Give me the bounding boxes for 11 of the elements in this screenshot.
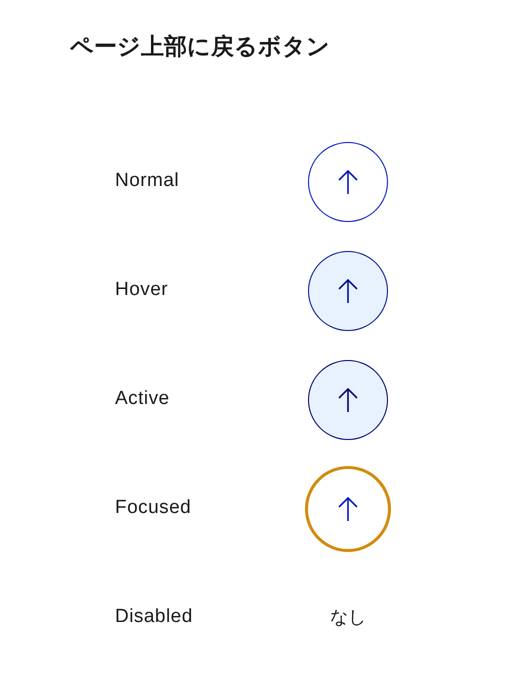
state-label: Active [115, 387, 171, 412]
state-label: Hover [115, 278, 170, 302]
arrow-up-icon [337, 386, 359, 412]
arrow-up-icon [337, 496, 359, 522]
arrow-up-icon [337, 168, 359, 194]
state-label: Focused [115, 496, 192, 520]
page-title: ページ上部に戻るボタン [69, 33, 331, 62]
none-text: なし [330, 606, 366, 630]
state-label: Normal [115, 169, 180, 194]
state-label: Disabled [115, 605, 194, 630]
arrow-up-icon [337, 278, 359, 304]
